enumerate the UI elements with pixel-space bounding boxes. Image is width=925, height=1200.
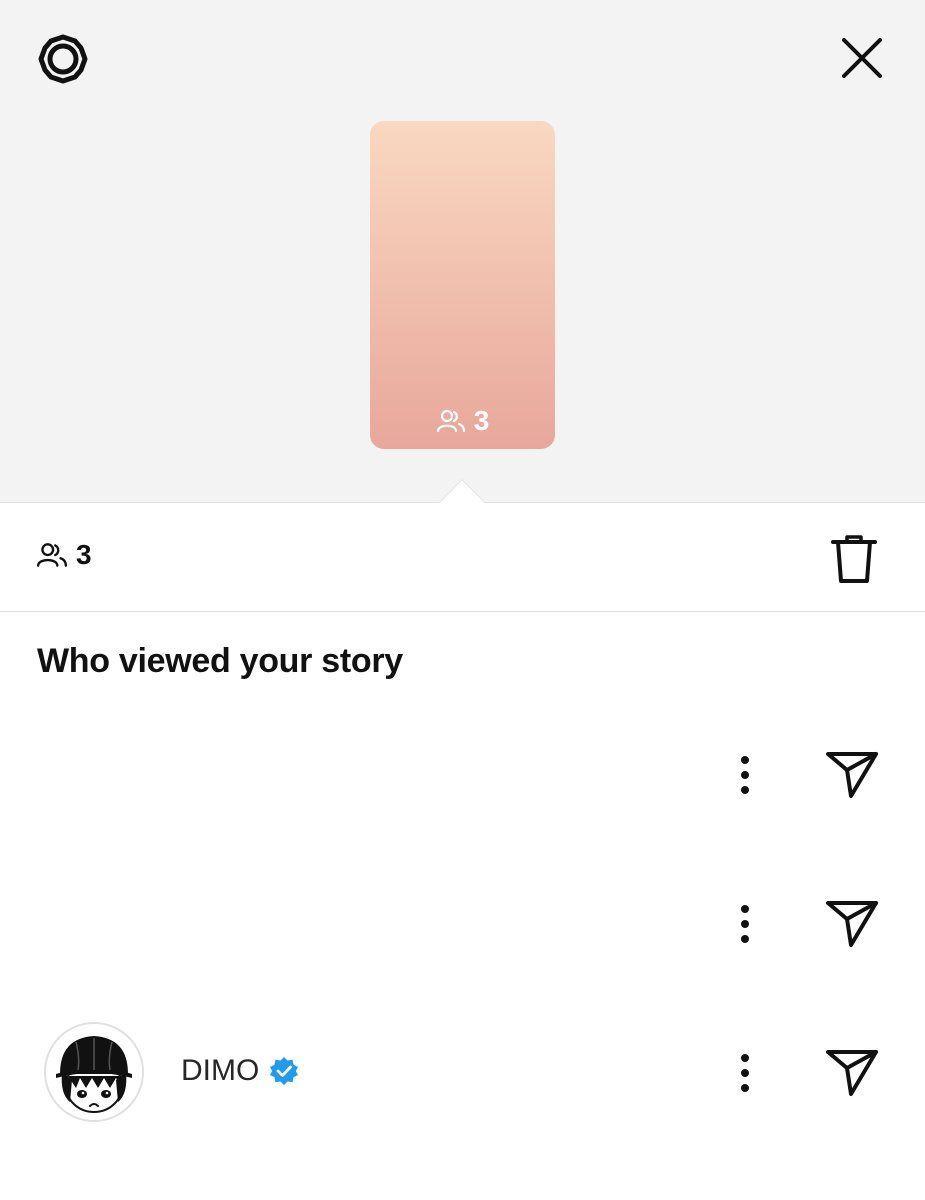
viewer-row[interactable]	[0, 869, 925, 979]
close-button[interactable]	[834, 30, 890, 86]
send-icon	[826, 1050, 878, 1096]
people-icon	[36, 543, 68, 567]
story-viewer-count-value: 3	[473, 405, 490, 436]
cartoon-avatar-icon	[46, 1024, 142, 1120]
send-message-button[interactable]	[818, 891, 886, 957]
more-options-button[interactable]	[722, 1043, 768, 1103]
more-vertical-icon	[741, 1054, 749, 1092]
close-icon	[842, 38, 882, 78]
story-preview-area: 3	[0, 0, 925, 503]
story-viewer-count: 3	[370, 405, 555, 437]
more-options-button[interactable]	[722, 745, 768, 805]
username[interactable]: DIMO	[181, 1054, 259, 1088]
settings-button[interactable]	[34, 30, 92, 88]
trash-icon	[831, 535, 877, 583]
selection-pointer	[438, 478, 486, 503]
send-icon	[826, 752, 878, 798]
viewer-row[interactable]: DIMO	[0, 1018, 925, 1128]
section-title: Who viewed your story	[37, 642, 403, 680]
more-vertical-icon	[741, 756, 749, 794]
stats-row: 3	[0, 503, 925, 612]
viewer-name[interactable]: DIMO	[181, 1054, 299, 1088]
viewer-row[interactable]	[0, 720, 925, 830]
delete-story-button[interactable]	[826, 529, 882, 589]
viewer-count-value: 3	[76, 539, 92, 570]
avatar[interactable]	[44, 1022, 144, 1122]
send-message-button[interactable]	[818, 742, 886, 808]
more-options-button[interactable]	[722, 894, 768, 954]
people-icon	[436, 409, 465, 433]
viewer-count[interactable]: 3	[36, 539, 92, 571]
more-vertical-icon	[741, 905, 749, 943]
send-message-button[interactable]	[818, 1040, 886, 1106]
verified-badge-icon	[270, 1057, 299, 1085]
gear-icon	[38, 34, 88, 84]
story-thumbnail[interactable]: 3	[370, 121, 555, 449]
send-icon	[826, 901, 878, 947]
